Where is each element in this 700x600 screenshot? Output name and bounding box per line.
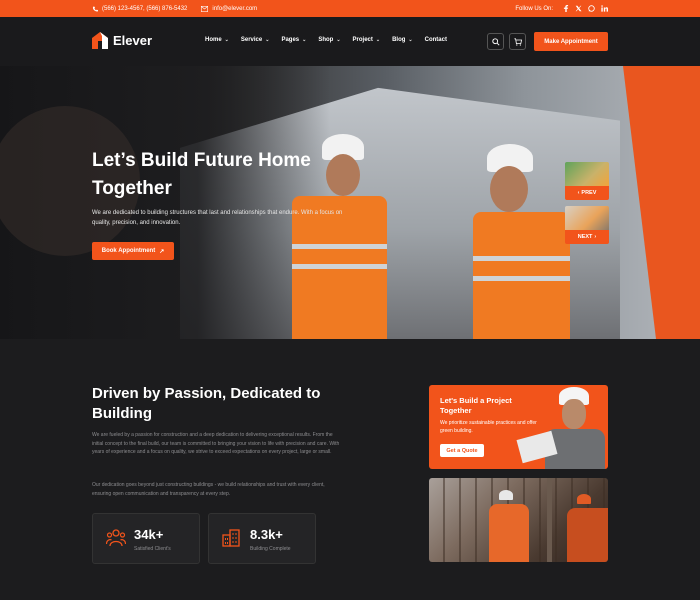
hero-subtitle: We are dedicated to building structures … — [92, 210, 343, 226]
twitter-icon[interactable] — [575, 5, 582, 12]
chevron-down-icon: ⌄ — [336, 37, 341, 43]
slider-next-thumb[interactable]: NEXT › — [565, 206, 609, 244]
search-icon — [491, 37, 500, 46]
nav-contact[interactable]: Contact — [425, 37, 447, 43]
prev-slide-image — [565, 162, 609, 186]
about-section: Driven by Passion, Dedicated to Building… — [0, 339, 700, 600]
cart-button[interactable] — [509, 33, 526, 50]
facebook-icon[interactable] — [563, 5, 569, 12]
engineer-illustration — [516, 385, 608, 469]
stat-label: Building Complete — [250, 546, 291, 552]
chevron-down-icon: ⌄ — [265, 37, 270, 43]
top-bar: (566) 123-4567, (566) 876-5432 info@elev… — [0, 0, 700, 17]
stat-label: Satisfied Client's — [134, 546, 171, 552]
nav-pages[interactable]: Pages ⌄ — [281, 37, 306, 43]
cart-icon — [513, 37, 522, 46]
logo[interactable]: Elever — [92, 32, 152, 49]
search-button[interactable] — [487, 33, 504, 50]
linkedin-icon[interactable] — [601, 5, 608, 12]
chevron-right-icon: › — [594, 234, 597, 240]
book-appointment-button[interactable]: Book Appointment ↗ — [92, 242, 174, 260]
promo-title: Let's Build a Project Together — [440, 396, 512, 415]
follow-label: Follow Us On: — [515, 5, 553, 12]
about-paragraph-2: Our dedication goes beyond just construc… — [92, 482, 325, 497]
stat-value: 34k+ — [134, 527, 164, 542]
chevron-down-icon: ⌄ — [224, 37, 229, 43]
nav-project[interactable]: Project ⌄ — [353, 37, 381, 43]
arrow-up-right-icon: ↗ — [159, 248, 165, 255]
about-paragraph-1: We are fueled by a passion for construct… — [92, 432, 340, 455]
about-title: Driven by Passion, Dedicated to Building — [92, 385, 321, 422]
promo-subtitle: We prioritize sustainable practices and … — [440, 420, 537, 434]
slider-prev-thumb[interactable]: ‹ PREV — [565, 162, 609, 200]
mail-icon — [201, 5, 209, 12]
chevron-down-icon: ⌄ — [375, 37, 381, 43]
main-nav: Home ⌄ Service ⌄ Pages ⌄ Shop ⌄ Project ⌄ Blo… — [205, 37, 447, 43]
nav-shop[interactable]: Shop ⌄ — [318, 37, 340, 43]
chevron-down-icon: ⌄ — [408, 37, 413, 43]
nav-home[interactable]: Home ⌄ — [205, 37, 229, 43]
construction-workers-photo — [429, 478, 608, 562]
house-logo-icon — [92, 32, 108, 49]
hero-title: Let’s Build Future Home Together — [92, 150, 311, 199]
email-address[interactable]: info@elever.com — [212, 6, 257, 12]
stat-card-buildings: 8.3k+ Building Complete — [208, 513, 316, 564]
building-icon — [222, 529, 240, 547]
quote-promo-card: Let's Build a Project Together We priori… — [429, 385, 608, 469]
hero-section: Let’s Build Future Home Together We are … — [0, 66, 700, 339]
phone-numbers[interactable]: (566) 123-4567, (566) 876-5432 — [102, 6, 187, 12]
nav-blog[interactable]: Blog ⌄ — [392, 37, 413, 43]
chevron-down-icon: ⌄ — [302, 37, 307, 43]
worker-right-illustration — [465, 144, 570, 339]
whatsapp-icon[interactable] — [588, 5, 595, 12]
phone-icon — [92, 6, 98, 11]
get-quote-button[interactable]: Get a Quote — [440, 444, 484, 457]
users-icon — [106, 529, 126, 547]
next-slide-image — [565, 206, 609, 230]
stat-value: 8.3k+ — [250, 527, 283, 542]
main-header: Elever Home ⌄ Service ⌄ Pages ⌄ Shop ⌄ Proje… — [0, 17, 700, 66]
nav-service[interactable]: Service ⌄ — [241, 37, 270, 43]
logo-text: Elever — [113, 33, 153, 48]
email-info: info@elever.com — [201, 6, 257, 12]
phone-info: (566) 123-4567, (566) 876-5432 — [92, 6, 187, 12]
chevron-left-icon: ‹ — [577, 190, 580, 196]
stat-card-clients: 34k+ Satisfied Client's — [92, 513, 200, 564]
make-appointment-button[interactable]: Make Appointment — [534, 32, 608, 51]
